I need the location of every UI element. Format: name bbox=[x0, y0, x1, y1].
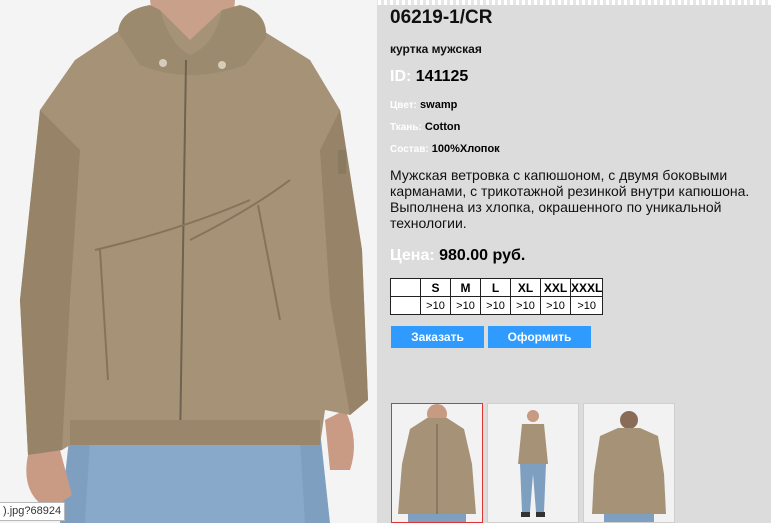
product-article: 06219-1/CR bbox=[390, 7, 493, 28]
size-stock-cell[interactable]: >10 bbox=[510, 296, 541, 315]
product-id: ID: 141125 bbox=[390, 68, 468, 86]
size-header-cell: XL bbox=[510, 278, 541, 297]
product-price: Цена: 980.00 руб. bbox=[390, 247, 525, 265]
size-header-row: S M L XL XXL XXXL bbox=[390, 278, 604, 297]
size-stock-cell[interactable]: >10 bbox=[480, 296, 511, 315]
size-stock-cell[interactable]: >10 bbox=[450, 296, 481, 315]
color-value: swamp bbox=[420, 99, 458, 111]
size-header-cell: S bbox=[420, 278, 451, 297]
thumbnail-back-view[interactable] bbox=[583, 403, 675, 523]
size-stock-cell[interactable]: >10 bbox=[420, 296, 451, 315]
size-header-cell: M bbox=[450, 278, 481, 297]
id-label: ID: bbox=[390, 68, 412, 85]
fabric-value: Cotton bbox=[424, 121, 461, 133]
size-header-empty bbox=[390, 278, 421, 297]
product-description: Мужская ветровка с капюшоном, с двумя бо… bbox=[390, 167, 750, 231]
size-stock-cell[interactable]: >10 bbox=[540, 296, 571, 315]
main-product-photo[interactable] bbox=[0, 0, 377, 523]
thumbnail-full-body[interactable] bbox=[487, 403, 579, 523]
product-composition: Состав: 100%Хлопок bbox=[390, 143, 500, 155]
size-stock-empty bbox=[390, 296, 421, 315]
status-bar-url: ).jpg?68924 bbox=[0, 502, 66, 521]
price-value: 980.00 руб. bbox=[439, 247, 526, 264]
size-header-cell: XXXL bbox=[569, 278, 604, 297]
product-subtitle: куртка мужская bbox=[390, 42, 482, 56]
product-fabric: Ткань: Cotton bbox=[390, 121, 460, 133]
fabric-label: Ткань: bbox=[390, 122, 422, 133]
size-header-cell: XXL bbox=[540, 278, 571, 297]
checkout-button[interactable]: Оформить bbox=[488, 326, 591, 348]
size-stock-cell[interactable]: >10 bbox=[569, 296, 604, 315]
thumbnail-front-closeup[interactable] bbox=[391, 403, 483, 523]
composition-value: 100%Хлопок bbox=[431, 143, 500, 155]
size-stock-row: >10 >10 >10 >10 >10 >10 bbox=[390, 296, 604, 315]
order-button[interactable]: Заказать bbox=[391, 326, 484, 348]
color-label: Цвет: bbox=[390, 100, 417, 111]
id-value: 141125 bbox=[415, 68, 469, 85]
composition-label: Состав: bbox=[390, 144, 429, 155]
size-table: S M L XL XXL XXXL >10 >10 >10 >10 >10 >1… bbox=[390, 278, 604, 315]
price-label: Цена: bbox=[390, 247, 435, 264]
size-header-cell: L bbox=[480, 278, 511, 297]
product-color: Цвет: swamp bbox=[390, 99, 457, 111]
